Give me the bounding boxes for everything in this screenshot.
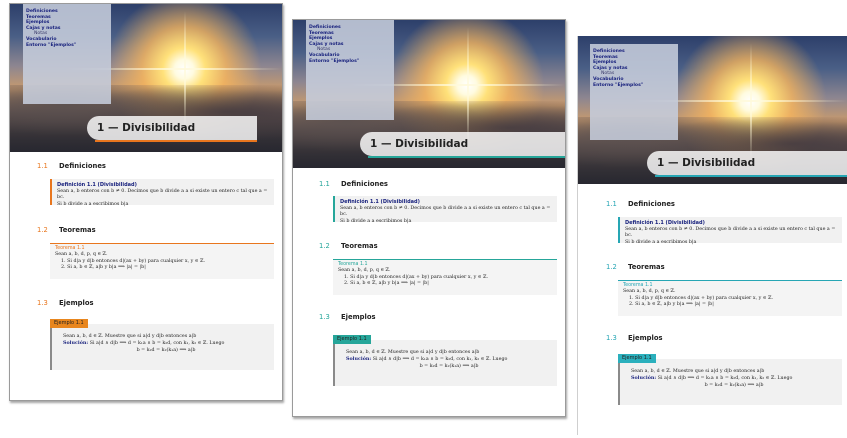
minitoc: Definiciones Teoremas Ejemplos Cajas y n…: [306, 20, 394, 120]
chapter-header-image: Definiciones Teoremas Ejemplos Cajas y n…: [293, 20, 565, 168]
page-teal: Definiciones Teoremas Ejemplos Cajas y n…: [292, 19, 566, 417]
example-tag: Ejemplo 1.1: [618, 354, 656, 363]
definition-box: Definición 1.1 (Divisibilidad) Sean a, b…: [50, 179, 274, 207]
toc-item[interactable]: Entorno "Ejemplos": [309, 59, 394, 65]
chapter-header-image: Definiciones Teoremas Ejemplos Cajas y n…: [578, 36, 847, 184]
section-heading: 1.1 Definiciones: [606, 200, 675, 208]
example-tag: Ejemplo 1.1: [50, 319, 88, 328]
page-cyan: Definiciones Teoremas Ejemplos Cajas y n…: [577, 36, 847, 435]
chapter-title: 1 — Divisibilidad: [647, 151, 847, 177]
equation: b = k₂d = k₂(k₁a) ⟹ a|b: [419, 364, 479, 369]
definition-box: Definición 1.1 (Divisibilidad) Sean a, b…: [333, 196, 557, 224]
toc-item[interactable]: Entorno "Ejemplos": [593, 83, 678, 89]
chapter-title: 1 — Divisibilidad: [360, 132, 565, 158]
section-heading: 1.2 Teoremas: [319, 242, 378, 250]
example-tag: Ejemplo 1.1: [333, 335, 371, 344]
section-heading: 1.3 Ejemplos: [319, 313, 376, 321]
theorem-box: Teorema 1.1 Sean a, b, d, p, q ∈ ℤ. 1. S…: [333, 259, 557, 295]
section-heading: 1.2 Teoremas: [37, 226, 96, 234]
equation: b = k₂d = k₂(k₁a) ⟹ a|b: [136, 348, 196, 353]
section-heading: 1.1 Definiciones: [37, 162, 106, 170]
theorem-box: Teorema 1.1 Sean a, b, d, p, q ∈ ℤ. 1. S…: [50, 243, 274, 279]
example-box: Ejemplo 1.1 Sean a, b, d ∈ ℤ. Muestre qu…: [618, 354, 842, 405]
theorem-box: Teorema 1.1 Sean a, b, d, p, q ∈ ℤ. 1. S…: [618, 280, 842, 316]
toc-item[interactable]: Entorno "Ejemplos": [26, 43, 111, 49]
section-heading: 1.3 Ejemplos: [37, 299, 94, 307]
section-heading: 1.3 Ejemplos: [606, 334, 663, 342]
chapter-header-image: Definiciones Teoremas Ejemplos Cajas y n…: [10, 4, 282, 152]
chapter-title: 1 — Divisibilidad: [87, 116, 257, 142]
equation: b = k₂d = k₂(k₁a) ⟹ a|b: [704, 383, 764, 388]
section-heading: 1.2 Teoremas: [606, 263, 665, 271]
minitoc: Definiciones Teoremas Ejemplos Cajas y n…: [590, 44, 678, 140]
definition-box: Definición 1.1 (Divisibilidad) Sean a, b…: [618, 217, 842, 245]
example-box: Ejemplo 1.1 Sean a, b, d ∈ ℤ. Muestre qu…: [333, 335, 557, 386]
page-orange: Definiciones Teoremas Ejemplos Cajas y n…: [9, 3, 283, 401]
example-box: Ejemplo 1.1 Sean a, b, d ∈ ℤ. Muestre qu…: [50, 319, 274, 370]
section-heading: 1.1 Definiciones: [319, 180, 388, 188]
minitoc: Definiciones Teoremas Ejemplos Cajas y n…: [23, 4, 111, 104]
